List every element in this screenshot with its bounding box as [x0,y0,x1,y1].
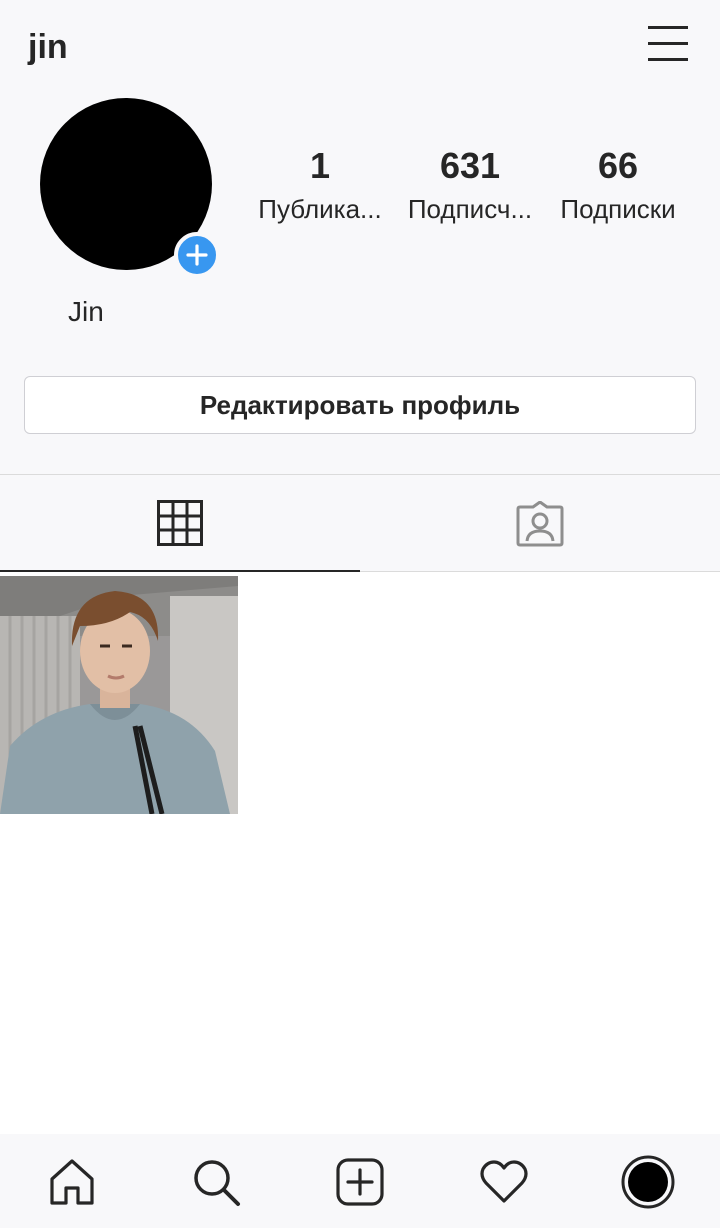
post-thumbnail[interactable] [0,576,238,814]
menu-line [648,42,688,45]
stat-following-value: 66 [597,145,639,186]
nav-profile[interactable] [618,1152,678,1212]
bottom-nav [0,1134,720,1228]
nav-add-post[interactable] [330,1152,390,1212]
grid-icon [157,500,203,546]
stat-followers-value: 631 [439,145,501,186]
stat-following-label: Подписки [560,194,676,224]
tagged-person-icon [516,500,564,546]
edit-profile-button[interactable]: Редактировать профиль [24,376,696,434]
profile-display-name: Jin [68,296,104,327]
add-story-icon[interactable] [174,232,220,278]
add-post-icon [336,1158,384,1206]
post-photo [0,576,238,814]
home-icon [50,1159,94,1205]
nav-home[interactable] [42,1152,102,1212]
stat-following[interactable]: 66 Подписки [548,146,688,225]
tab-tagged[interactable] [360,476,720,572]
search-icon [194,1160,240,1206]
nav-search[interactable] [186,1152,246,1212]
menu-line [648,58,688,61]
menu-button[interactable] [640,22,696,66]
tab-grid[interactable] [0,476,360,572]
stat-followers-label: Подписч... [407,194,533,224]
header-username: jin [28,28,68,66]
stat-posts-value: 1 [309,145,331,186]
plus-icon [186,244,208,266]
heart-icon [480,1160,528,1203]
nav-activity[interactable] [474,1152,534,1212]
menu-line [648,26,688,29]
stat-posts-label: Публика... [258,194,382,224]
stat-followers[interactable]: 631 Подписч... [400,146,540,225]
stat-posts[interactable]: 1 Публика... [250,146,390,225]
profile-avatar-icon [621,1155,675,1209]
tabs-divider [0,474,720,475]
